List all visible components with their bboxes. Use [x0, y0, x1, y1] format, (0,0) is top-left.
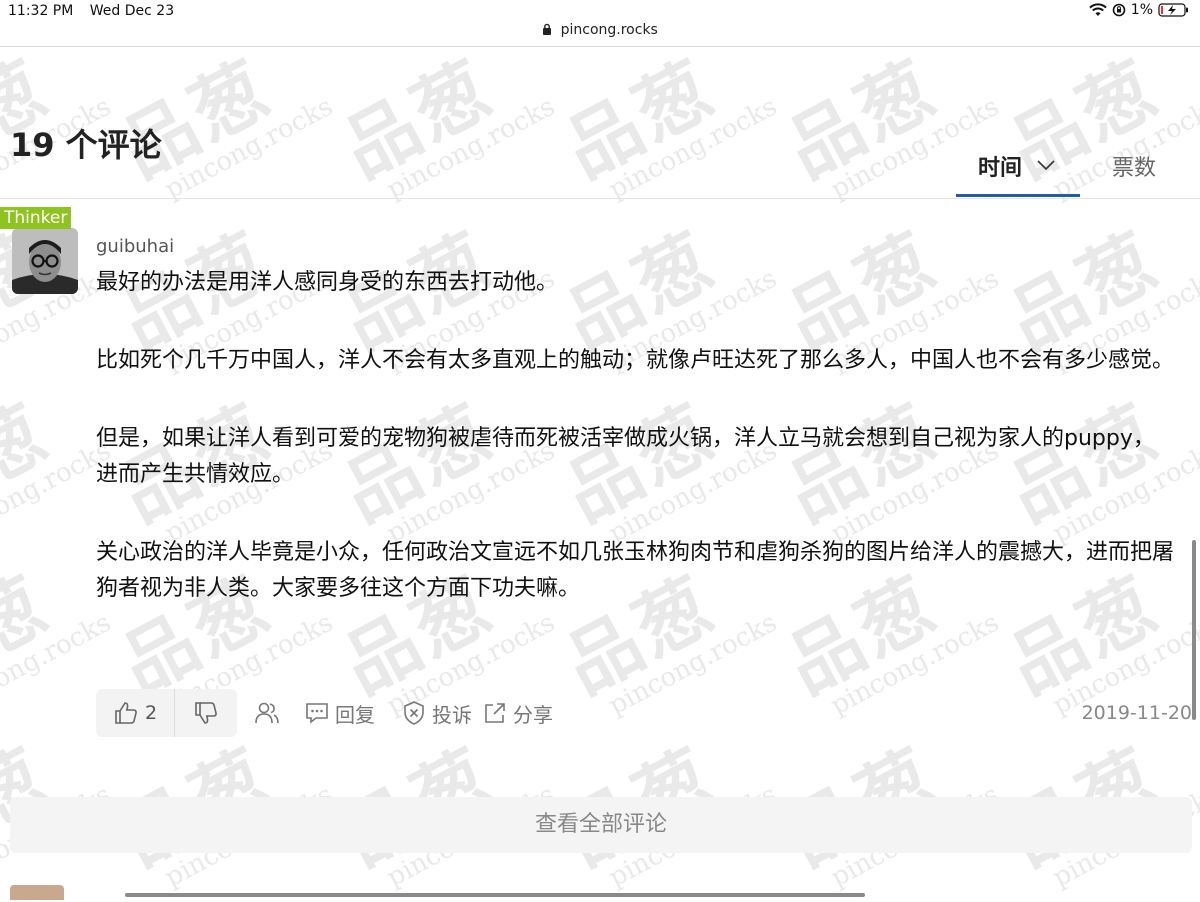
comment-paragraph: 比如死个几千万中国人，洋人不会有太多直观上的触动；就像卢旺达死了那么多人，中国人… — [96, 348, 1175, 373]
downvote-button[interactable] — [175, 689, 237, 737]
tab-sort-votes[interactable]: 票数 — [1112, 150, 1156, 182]
status-date: Wed Dec 23 — [89, 3, 175, 19]
wifi-icon — [1089, 3, 1107, 16]
watermark-tile: 品葱pincong.rocks — [551, 45, 782, 206]
comment-paragraph: 关心政治的洋人毕竟是小众，任何政治文宣远不如几张玉林狗肉节和虐狗杀狗的图片给洋人… — [96, 540, 1175, 601]
thanks-users-button[interactable] — [254, 699, 280, 727]
divider — [0, 46, 1200, 47]
comment-icon — [306, 703, 328, 724]
user-badge: Thinker — [0, 207, 72, 229]
comment-body: 最好的办法是用洋人感同身受的东西去打动他。 比如死个几千万中国人，洋人不会有太多… — [96, 265, 1176, 649]
share-icon — [485, 703, 505, 723]
tab-label: 时间 — [978, 156, 1023, 181]
view-all-comments-button[interactable]: 查看全部评论 — [10, 797, 1192, 853]
tab-label: 票数 — [1112, 156, 1157, 181]
avatar-image — [12, 228, 78, 294]
url-text: pincong.rocks — [560, 22, 658, 38]
battery-percentage: 1% — [1130, 2, 1153, 18]
reply-label: 回复 — [335, 702, 375, 727]
avatar[interactable] — [12, 228, 78, 294]
report-button[interactable]: 投诉 — [401, 699, 472, 727]
chevron-down-icon — [1037, 160, 1055, 171]
sort-tabs: 时间 票数 — [956, 150, 1176, 198]
comment-username[interactable]: guibuhai — [96, 236, 174, 257]
shield-x-icon — [404, 701, 424, 725]
share-button[interactable]: 分享 — [482, 699, 553, 727]
upvote-count: 2 — [144, 702, 158, 724]
horizontal-scrollbar[interactable] — [125, 893, 865, 897]
divider — [0, 198, 1200, 199]
rotation-lock-icon — [1112, 3, 1126, 17]
upvote-button[interactable]: 2 — [96, 689, 174, 737]
status-time: 11:32 PM — [8, 3, 74, 19]
avatar[interactable] — [10, 885, 64, 900]
active-tab-indicator — [956, 194, 1080, 197]
thumbs-up-icon — [115, 702, 137, 724]
reply-button[interactable]: 回复 — [304, 699, 375, 727]
comment-paragraph: 但是，如果让洋人看到可爱的宠物狗被虐待而死被活宰做成火锅，洋人立马就会想到自己视… — [96, 426, 1155, 487]
comment-date: 2019-11-20 — [1081, 702, 1192, 724]
battery-charging-icon — [1158, 3, 1188, 17]
vote-group: 2 — [96, 689, 237, 737]
comments-count-title: 19 个评论 — [10, 126, 162, 164]
status-bar: 11:32 PM Wed Dec 23 1% — [0, 0, 1200, 22]
thumbs-down-icon — [195, 702, 217, 724]
padlock-icon — [543, 23, 552, 35]
watermark-tile: 品葱pincong.rocks — [329, 45, 560, 206]
address-bar[interactable]: pincong.rocks — [0, 22, 1200, 44]
report-label: 投诉 — [432, 702, 472, 727]
tab-sort-time[interactable]: 时间 — [978, 150, 1056, 182]
share-label: 分享 — [513, 702, 553, 727]
vertical-scrollbar[interactable] — [1192, 540, 1196, 720]
comment-paragraph: 最好的办法是用洋人感同身受的东西去打动他。 — [96, 270, 559, 295]
users-icon — [255, 702, 279, 724]
